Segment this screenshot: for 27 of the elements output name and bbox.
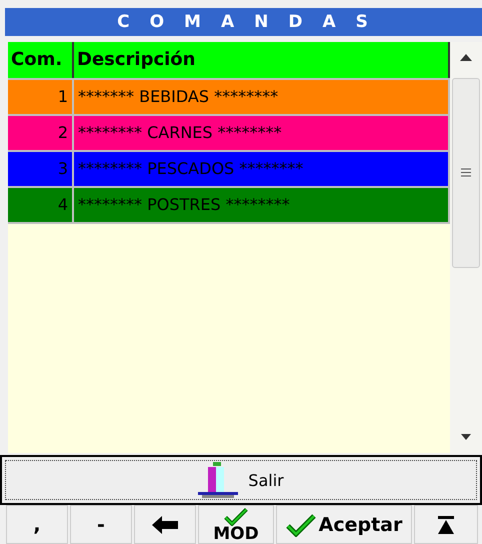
key-button[interactable]: ,	[6, 505, 68, 544]
column-header: Descripción	[74, 42, 450, 78]
table-cell: 3	[8, 152, 74, 186]
scrollbar[interactable]	[450, 42, 482, 453]
check-icon	[286, 512, 316, 536]
door-icon	[198, 462, 238, 498]
scroll-down-icon	[461, 434, 471, 440]
window-title: COMANDAS	[5, 8, 482, 36]
grip-icon	[461, 168, 471, 177]
mod-button[interactable]: MOD	[198, 505, 274, 544]
exit-button[interactable]: Salir	[0, 455, 482, 505]
table-cell: 1	[8, 80, 74, 114]
top-button[interactable]	[414, 505, 478, 544]
key-button[interactable]: -	[70, 505, 132, 544]
table-cell: 4	[8, 188, 74, 222]
table-cell: 2	[8, 116, 74, 150]
table-row[interactable]: 2 ******** CARNES ********	[8, 116, 450, 152]
arrow-left-icon	[152, 516, 178, 534]
column-header: Com.	[8, 42, 74, 78]
scroll-top-icon	[438, 516, 454, 534]
scroll-up-icon	[460, 54, 472, 61]
table-row[interactable]: 1 ******* BEBIDAS ********	[8, 80, 450, 116]
back-button[interactable]	[134, 505, 196, 544]
scroll-thumb[interactable]	[452, 78, 480, 268]
accept-button[interactable]: Aceptar	[276, 505, 412, 544]
table-row[interactable]: 4 ******** POSTRES ********	[8, 188, 450, 224]
check-icon	[224, 506, 248, 526]
